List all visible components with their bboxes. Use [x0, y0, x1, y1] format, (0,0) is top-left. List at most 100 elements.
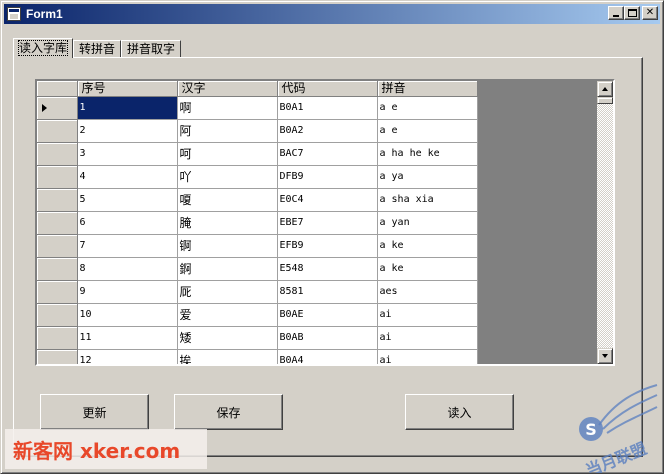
row-header[interactable] — [37, 280, 78, 304]
cell-code[interactable]: BAC7 — [277, 142, 378, 166]
cell-pinyin[interactable]: a e — [377, 119, 478, 143]
cell-hanzi[interactable]: 锕 — [177, 234, 278, 258]
table-row[interactable]: 9 厑 8581 aes — [37, 280, 478, 304]
row-header[interactable] — [37, 188, 78, 212]
minimize-button[interactable] — [608, 6, 624, 20]
cell-pinyin[interactable]: a sha xia — [377, 188, 478, 212]
grid-viewport: 序号 汉字 代码 拼音 1 啊 B0A1 a e 2 阿 B0A2 a e 3 … — [37, 81, 599, 364]
cell-hanzi[interactable]: 腌 — [177, 211, 278, 235]
save-button[interactable]: 保存 — [174, 394, 283, 430]
row-header[interactable] — [37, 326, 78, 350]
cell-code[interactable]: B0A1 — [277, 96, 378, 120]
table-row[interactable]: 1 啊 B0A1 a e — [37, 96, 478, 120]
arrow-down-icon — [602, 354, 608, 358]
tab-to-pinyin[interactable]: 转拼音 — [73, 40, 122, 58]
cell-hanzi[interactable]: 錒 — [177, 257, 278, 281]
cell-hanzi[interactable]: 吖 — [177, 165, 278, 189]
cell-code[interactable]: DFB9 — [277, 165, 378, 189]
cell-pinyin[interactable]: a e — [377, 96, 478, 120]
cell-code[interactable]: E548 — [277, 257, 378, 281]
cell-hanzi[interactable]: 嗄 — [177, 188, 278, 212]
app-icon[interactable] — [7, 7, 21, 21]
row-header[interactable] — [37, 142, 78, 166]
cell-code[interactable]: B0A2 — [277, 119, 378, 143]
cell-pinyin[interactable]: a ke — [377, 234, 478, 258]
row-header[interactable] — [37, 119, 78, 143]
column-header-index[interactable]: 序号 — [77, 81, 178, 97]
cell-index[interactable]: 12 — [77, 349, 178, 364]
cell-index[interactable]: 11 — [77, 326, 178, 350]
cell-index[interactable]: 4 — [77, 165, 178, 189]
cell-index[interactable]: 10 — [77, 303, 178, 327]
cell-code[interactable]: B0AE — [277, 303, 378, 327]
cell-index[interactable]: 2 — [77, 119, 178, 143]
tab-pinyin-lookup[interactable]: 拼音取字 — [121, 40, 182, 58]
table-row[interactable]: 4 吖 DFB9 a ya — [37, 165, 478, 189]
vertical-scrollbar[interactable] — [597, 81, 613, 364]
scroll-up-button[interactable] — [597, 81, 613, 97]
cell-index[interactable]: 6 — [77, 211, 178, 235]
read-button[interactable]: 读入 — [405, 394, 514, 430]
cell-index[interactable]: 3 — [77, 142, 178, 166]
row-header[interactable] — [37, 257, 78, 281]
current-row-arrow-icon — [42, 103, 47, 112]
row-header[interactable] — [37, 96, 78, 120]
row-header[interactable] — [37, 303, 78, 327]
maximize-button[interactable] — [624, 6, 640, 20]
minimize-icon — [613, 15, 619, 17]
close-button[interactable]: ✕ — [642, 6, 658, 20]
cell-code[interactable]: EBE7 — [277, 211, 378, 235]
cell-index[interactable]: 7 — [77, 234, 178, 258]
cell-pinyin[interactable]: ai — [377, 349, 478, 364]
table-row[interactable]: 11 矮 B0AB ai — [37, 326, 478, 350]
table-row[interactable]: 6 腌 EBE7 a yan — [37, 211, 478, 235]
cell-pinyin[interactable]: aes — [377, 280, 478, 304]
tab-read-font[interactable]: 读入字库 — [13, 38, 74, 58]
cell-code[interactable]: B0A4 — [277, 349, 378, 364]
table-row[interactable]: 10 爱 B0AE ai — [37, 303, 478, 327]
cell-index[interactable]: 8 — [77, 257, 178, 281]
table-row[interactable]: 2 阿 B0A2 a e — [37, 119, 478, 143]
cell-pinyin[interactable]: ai — [377, 303, 478, 327]
column-header-pinyin[interactable]: 拼音 — [377, 81, 478, 97]
scroll-down-button[interactable] — [597, 348, 613, 364]
watermark-left-text: 新客网 xker.com — [13, 438, 181, 463]
cell-index[interactable]: 1 — [77, 96, 178, 120]
update-button[interactable]: 更新 — [40, 394, 149, 430]
table-row[interactable]: 5 嗄 E0C4 a sha xia — [37, 188, 478, 212]
table-row[interactable]: 8 錒 E548 a ke — [37, 257, 478, 281]
cell-index[interactable]: 9 — [77, 280, 178, 304]
cell-hanzi[interactable]: 爱 — [177, 303, 278, 327]
row-header[interactable] — [37, 165, 78, 189]
cell-code[interactable]: 8581 — [277, 280, 378, 304]
cell-pinyin[interactable]: a ha he ke — [377, 142, 478, 166]
table-row[interactable]: 3 呵 BAC7 a ha he ke — [37, 142, 478, 166]
cell-code[interactable]: EFB9 — [277, 234, 378, 258]
table-row[interactable]: 12 挨 B0A4 ai — [37, 349, 478, 364]
cell-pinyin[interactable]: a ya — [377, 165, 478, 189]
row-header[interactable] — [37, 349, 78, 364]
cell-hanzi[interactable]: 阿 — [177, 119, 278, 143]
cell-pinyin[interactable]: a yan — [377, 211, 478, 235]
cell-hanzi[interactable]: 呵 — [177, 142, 278, 166]
cell-pinyin[interactable]: a ke — [377, 257, 478, 281]
cell-hanzi[interactable]: 厑 — [177, 280, 278, 304]
data-grid[interactable]: 序号 汉字 代码 拼音 1 啊 B0A1 a e 2 阿 B0A2 a e 3 … — [35, 79, 615, 366]
caption-buttons: ✕ — [608, 6, 658, 20]
cell-code[interactable]: B0AB — [277, 326, 378, 350]
cell-code[interactable]: E0C4 — [277, 188, 378, 212]
table-row[interactable]: 7 锕 EFB9 a ke — [37, 234, 478, 258]
scroll-thumb[interactable] — [597, 97, 613, 104]
cell-pinyin[interactable]: ai — [377, 326, 478, 350]
cell-index[interactable]: 5 — [77, 188, 178, 212]
cell-hanzi[interactable]: 挨 — [177, 349, 278, 364]
main-window: Form1 ✕ 读入字库 转拼音 拼音取字 序号 汉字 代码 拼音 1 啊 B0… — [0, 0, 664, 474]
grid-corner-header[interactable] — [37, 81, 78, 97]
row-header[interactable] — [37, 234, 78, 258]
row-header[interactable] — [37, 211, 78, 235]
column-header-hanzi[interactable]: 汉字 — [177, 81, 278, 97]
cell-hanzi[interactable]: 矮 — [177, 326, 278, 350]
cell-hanzi[interactable]: 啊 — [177, 96, 278, 120]
title-bar[interactable]: Form1 ✕ — [4, 4, 660, 24]
column-header-code[interactable]: 代码 — [277, 81, 378, 97]
